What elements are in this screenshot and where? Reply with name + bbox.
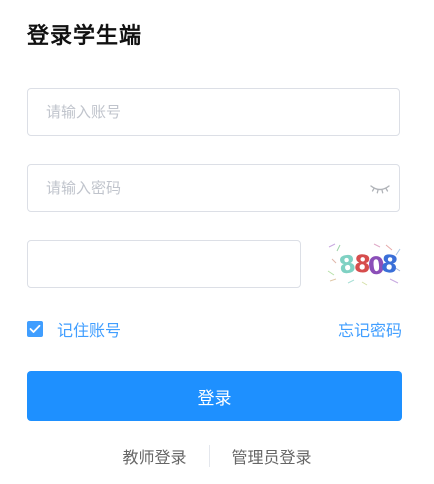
password-input[interactable] bbox=[28, 165, 399, 211]
login-panel: 登录学生端 8 8 0 8 bbox=[0, 0, 434, 484]
captcha-input[interactable] bbox=[28, 241, 300, 287]
checkbox-checked-icon[interactable] bbox=[27, 321, 43, 337]
divider bbox=[208, 445, 210, 467]
password-field[interactable] bbox=[27, 164, 400, 212]
remember-account-label[interactable]: 记住账号 bbox=[57, 317, 121, 341]
captcha-image[interactable]: 8 8 0 8 bbox=[326, 241, 402, 287]
account-field[interactable] bbox=[27, 88, 400, 136]
captcha-field[interactable] bbox=[27, 240, 301, 288]
remember-account-checkbox[interactable]: 记住账号 bbox=[27, 318, 121, 340]
admin-login-link[interactable]: 管理员登录 bbox=[232, 444, 312, 468]
login-button[interactable]: 登录 bbox=[27, 371, 402, 421]
forgot-password-link[interactable]: 忘记密码 bbox=[338, 317, 402, 341]
eye-closed-icon[interactable] bbox=[369, 180, 391, 196]
captcha-char-4: 8 bbox=[379, 249, 399, 279]
role-switch-links: 教师登录 管理员登录 bbox=[0, 444, 434, 468]
page-title: 登录学生端 bbox=[27, 24, 143, 49]
teacher-login-link[interactable]: 教师登录 bbox=[122, 444, 186, 468]
account-input[interactable] bbox=[28, 89, 399, 135]
